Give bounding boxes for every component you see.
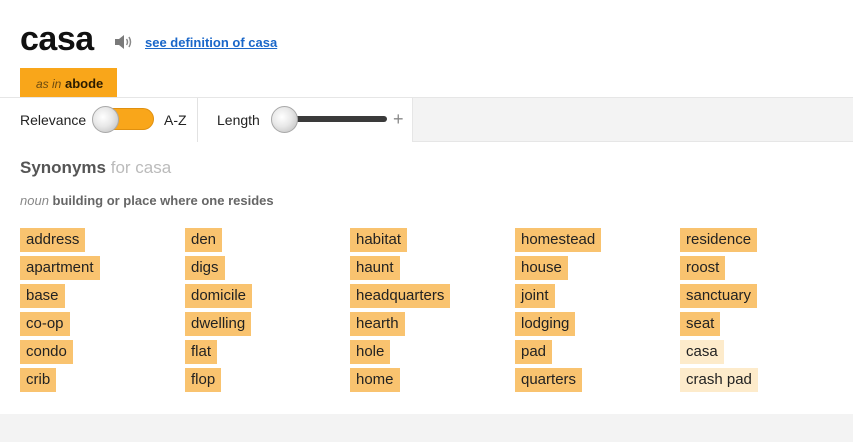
headword: casa (20, 20, 94, 58)
synonyms-for-text: for casa (110, 158, 172, 177)
sort-toggle-knob[interactable] (92, 106, 119, 133)
relevance-label: Relevance (20, 112, 87, 128)
synonym-column-1: address apartment base co-op condo crib (20, 228, 100, 396)
synonym-chip[interactable]: seat (680, 312, 721, 336)
synonym-column-4: homestead house joint lodging pad quarte… (515, 228, 602, 396)
synonym-chip[interactable]: address (20, 228, 86, 252)
synonym-chip[interactable]: pad (515, 340, 553, 364)
synonym-chip[interactable]: den (185, 228, 223, 252)
definition-text: building or place where one resides (52, 193, 274, 208)
footer-band (0, 414, 853, 442)
sense-word: abode (64, 76, 104, 91)
synonym-chip[interactable]: sanctuary (680, 284, 758, 308)
synonym-chip[interactable]: crash pad (680, 368, 758, 392)
synonym-chip[interactable]: joint (515, 284, 555, 308)
synonym-chip[interactable]: digs (185, 256, 225, 280)
synonym-chip[interactable]: habitat (350, 228, 408, 252)
synonym-column-3: habitat haunt headquarters hearth hole h… (350, 228, 451, 396)
synonym-chip[interactable]: homestead (515, 228, 602, 252)
length-slider-knob[interactable] (271, 106, 298, 133)
toolbar-divider (197, 98, 198, 142)
sort-toolbar: Relevance A-Z Length + (0, 97, 853, 142)
synonym-chip[interactable]: hearth (350, 312, 405, 336)
synonym-chip[interactable]: domicile (185, 284, 253, 308)
synonym-chip[interactable]: crib (20, 368, 57, 392)
sense-tab-abode[interactable]: as in abode (20, 68, 117, 97)
part-of-speech: noun (20, 193, 49, 208)
synonym-chip[interactable]: condo (20, 340, 73, 364)
length-label: Length (217, 112, 260, 128)
thesaurus-page: casa see definition of casa as in abode … (0, 0, 853, 442)
synonym-chip[interactable]: flat (185, 340, 218, 364)
synonyms-title: Synonyms (20, 158, 106, 177)
synonym-chip[interactable]: roost (680, 256, 726, 280)
synonyms-panel: Synonyms for casa noun building or place… (0, 142, 853, 414)
synonym-chip[interactable]: headquarters (350, 284, 451, 308)
synonym-chip[interactable]: apartment (20, 256, 100, 280)
synonym-chip[interactable]: co-op (20, 312, 70, 336)
sort-toggle[interactable] (92, 106, 154, 133)
speaker-icon[interactable] (113, 32, 135, 52)
plus-icon[interactable]: + (393, 109, 404, 129)
length-slider-track[interactable] (285, 116, 387, 122)
synonym-chip[interactable]: casa (680, 340, 724, 364)
toolbar-controls: Relevance A-Z Length + (0, 98, 413, 142)
az-label: A-Z (164, 112, 187, 128)
synonym-column-5: residence roost sanctuary seat casa cras… (680, 228, 758, 396)
synonym-chip[interactable]: haunt (350, 256, 400, 280)
sense-definition: noun building or place where one resides (20, 193, 274, 208)
synonym-column-2: den digs domicile dwelling flat flop (185, 228, 253, 396)
synonym-chip[interactable]: flop (185, 368, 222, 392)
synonym-chip[interactable]: base (20, 284, 65, 308)
synonym-chip[interactable]: residence (680, 228, 758, 252)
synonym-chip[interactable]: lodging (515, 312, 576, 336)
synonyms-heading: Synonyms for casa (20, 158, 171, 178)
synonym-chip[interactable]: quarters (515, 368, 583, 392)
synonym-chip[interactable]: dwelling (185, 312, 252, 336)
synonym-chip[interactable]: house (515, 256, 568, 280)
synonym-chip[interactable]: hole (350, 340, 391, 364)
see-definition-link[interactable]: see definition of casa (145, 35, 277, 50)
as-in-label: as in (36, 77, 62, 91)
synonym-chip[interactable]: home (350, 368, 400, 392)
